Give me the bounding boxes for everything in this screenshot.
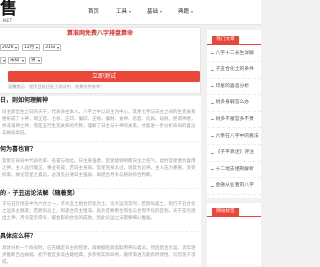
article-summary: 子与丑在地支中为六合之一，子水丑土相合可化为土。论大运流年时，若原局喜土，则行子… — [2, 202, 196, 221]
list-item[interactable]: 六亲在八字中的看法 — [207, 129, 261, 145]
site-header: 售 .NET 首页 工具 基础 典籍 — [0, 0, 261, 25]
list-item[interactable]: 财多不富官多不贵 — [207, 112, 261, 129]
bazi-form: 算准网免费八字排盘算命 2026 12月 31日 未知 男 立即测试 温馨提示：… — [0, 27, 201, 94]
month-value: 12月 — [24, 45, 35, 50]
divider — [2, 188, 198, 189]
tab-underline — [207, 216, 261, 217]
dash-icon — [211, 152, 214, 154]
nav-basics-label: 基础 — [147, 9, 159, 15]
year-value: 2026 — [2, 45, 14, 50]
chevron-down-icon — [57, 46, 59, 49]
chevron-down-icon — [3, 59, 5, 62]
nav-classics-label: 典籍 — [178, 9, 190, 15]
nav-tools-label: 工具 — [116, 9, 128, 15]
list-item-label: 财多不富官多不贵 — [215, 116, 254, 122]
dash-icon — [211, 102, 214, 104]
article-summary: 日主即出生之日的天干，代表命主本人。八字之中以日主为中心，其余七字与日主之间的生… — [2, 110, 196, 136]
list-item-label: 子丑合化土的条件 — [215, 67, 254, 73]
hour-value: 未知 — [10, 58, 19, 63]
nav-home-label: 首页 — [88, 9, 100, 15]
list-item-label: 财多身弱怎么办 — [215, 100, 250, 106]
list-item[interactable]: 金融从业者的八字 — [207, 179, 261, 195]
divider — [2, 231, 198, 232]
submit-button[interactable]: 立即测试 — [8, 71, 200, 82]
dash-icon — [211, 119, 214, 121]
site-tags-panel: 网站标签 — [207, 203, 261, 267]
hour-select[interactable]: 未知 — [8, 57, 26, 64]
list-item-label: 印星的喜忌分析 — [215, 83, 250, 89]
calendar-select[interactable] — [0, 57, 6, 64]
article-title[interactable]: 的 · 子丑运论法解（随着宽） — [0, 190, 78, 198]
chevron-down-icon — [160, 11, 163, 13]
day-select[interactable]: 31日 — [43, 44, 61, 51]
hot-articles-panel: 热门文章 八字十二长生详解 子丑合化土的条件 印星的喜忌分析 财多身弱怎么办 财… — [207, 30, 261, 198]
tab-underline — [207, 44, 261, 45]
logo-mark: 售 — [0, 0, 17, 19]
dash-icon — [211, 86, 214, 88]
list-item[interactable]: 《子平真诠》评注 — [207, 146, 261, 162]
list-item-label: 十二地支相刑解析 — [215, 166, 254, 172]
page: 售 .NET 首页 工具 基础 典籍 算准网免费八字排盘算命 2026 12月 — [0, 0, 261, 267]
article-title[interactable]: 具体应么样？ — [0, 233, 36, 241]
nav-tools[interactable]: 工具 — [116, 8, 132, 16]
divider — [2, 141, 198, 142]
list-item[interactable]: 财多身弱怎么办 — [207, 96, 261, 112]
list-item-label: 金融从业者的八字 — [215, 183, 254, 189]
dash-icon — [211, 136, 214, 137]
nav-basics[interactable]: 基础 — [147, 8, 163, 16]
chevron-down-icon — [15, 46, 17, 49]
article-summary: 具体分析一个命局时，应先确定日主的旺衰，再根据旺衰选取用神与喜忌，然后结合大运、… — [2, 246, 196, 265]
logo-domain: .NET — [1, 18, 13, 23]
hot-articles-tab[interactable]: 热门文章 — [212, 36, 239, 44]
chevron-down-icon — [22, 59, 24, 62]
chevron-down-icon — [38, 59, 40, 62]
form-title: 算准网免费八字排盘算命 — [66, 30, 133, 37]
month-select[interactable]: 12月 — [22, 44, 40, 51]
dash-icon — [211, 69, 214, 71]
site-tags-tab[interactable]: 网站标签 — [212, 208, 239, 216]
chevron-down-icon — [191, 11, 194, 13]
nav-home[interactable]: 首页 — [88, 8, 99, 16]
list-item[interactable]: 子丑合化土的条件 — [207, 63, 261, 79]
article-summary: 官星在命局中代表约束、名誉与地位。日主身强者，官星能够制衡日主之旺气，此时官星便… — [2, 159, 196, 178]
list-item[interactable]: 八字十二长生详解 — [207, 46, 261, 62]
nav-classics[interactable]: 典籍 — [178, 8, 194, 16]
dash-icon — [211, 185, 214, 187]
gender-value: 男 — [31, 58, 36, 63]
dash-icon — [211, 53, 214, 54]
list-item[interactable]: 十二地支相刑解析 — [207, 162, 261, 179]
article-list: 日，则如何理解神 日主即出生之日的天干，代表命主本人。八字之中以日主为中心，其余… — [0, 96, 201, 267]
article-title[interactable]: 何为喜也官？ — [0, 146, 36, 154]
list-item-label: 六亲在八字中的看法 — [215, 133, 259, 139]
gender-select[interactable]: 男 — [29, 57, 42, 64]
chevron-down-icon — [129, 11, 132, 13]
form-tip: 温馨提示：程序目前还处于测试中，结果仅供参考！ — [8, 84, 105, 89]
day-value: 31日 — [45, 45, 56, 50]
year-select[interactable]: 2026 — [0, 44, 19, 51]
list-item[interactable]: 印星的喜忌分析 — [207, 79, 261, 96]
site-logo[interactable]: 售 .NET — [0, 0, 30, 24]
article-title[interactable]: 日，则如何理解神 — [0, 97, 48, 105]
list-item-label: 《子平真诠》评注 — [215, 150, 254, 156]
chevron-down-icon — [36, 46, 38, 49]
dash-icon — [211, 169, 214, 171]
list-item-label: 八字十二长生详解 — [215, 50, 254, 56]
